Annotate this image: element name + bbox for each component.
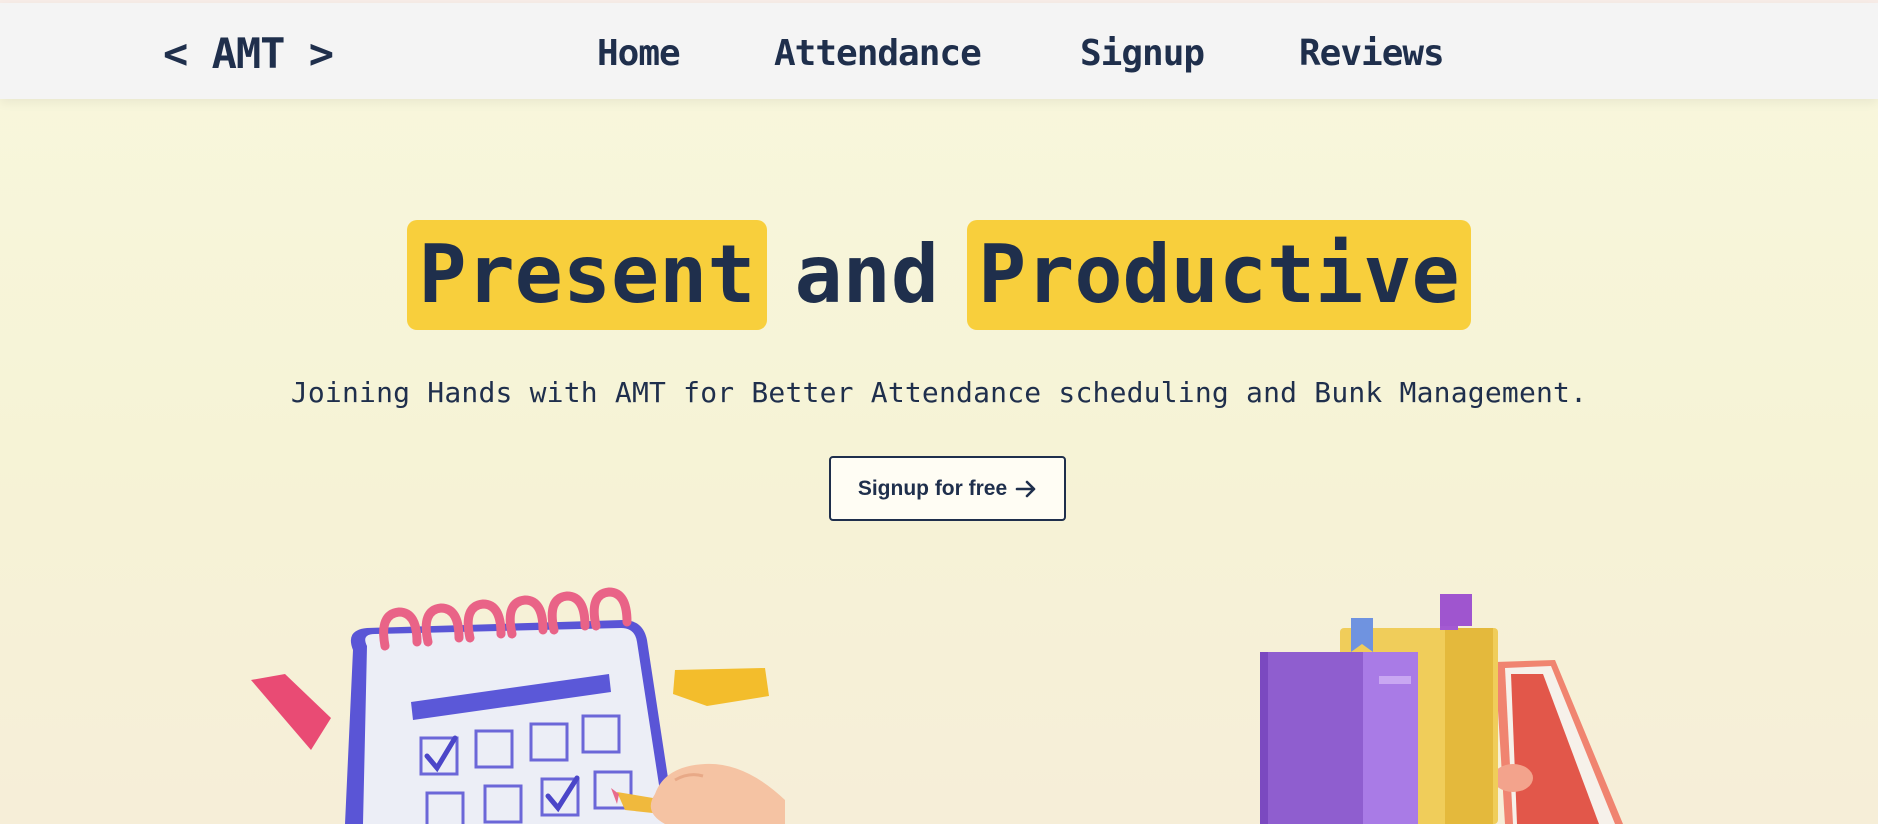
nav-link-home[interactable]: Home [597, 32, 681, 76]
logo[interactable]: < AMT > [163, 29, 334, 79]
arrow-right-icon [1015, 480, 1036, 497]
hero-subtitle: Joining Hands with AMT for Better Attend… [290, 376, 1588, 409]
calendar-checklist-illustration [251, 587, 785, 824]
cta-label: Signup for free [857, 476, 1008, 500]
title-highlight-present: Present [407, 220, 767, 330]
nav-link-reviews[interactable]: Reviews [1299, 32, 1445, 76]
hero-title: Present and Productive [0, 220, 1878, 330]
nav-link-attendance[interactable]: Attendance [774, 32, 982, 76]
title-highlight-productive: Productive [967, 220, 1471, 330]
nav-link-signup[interactable]: Signup [1080, 32, 1205, 76]
navbar: < AMT > Home Attendance Signup Reviews [0, 3, 1878, 99]
title-word-and: and [794, 228, 940, 321]
books-stack-illustration [1260, 594, 1623, 824]
signup-for-free-button[interactable]: Signup for free [829, 456, 1066, 521]
